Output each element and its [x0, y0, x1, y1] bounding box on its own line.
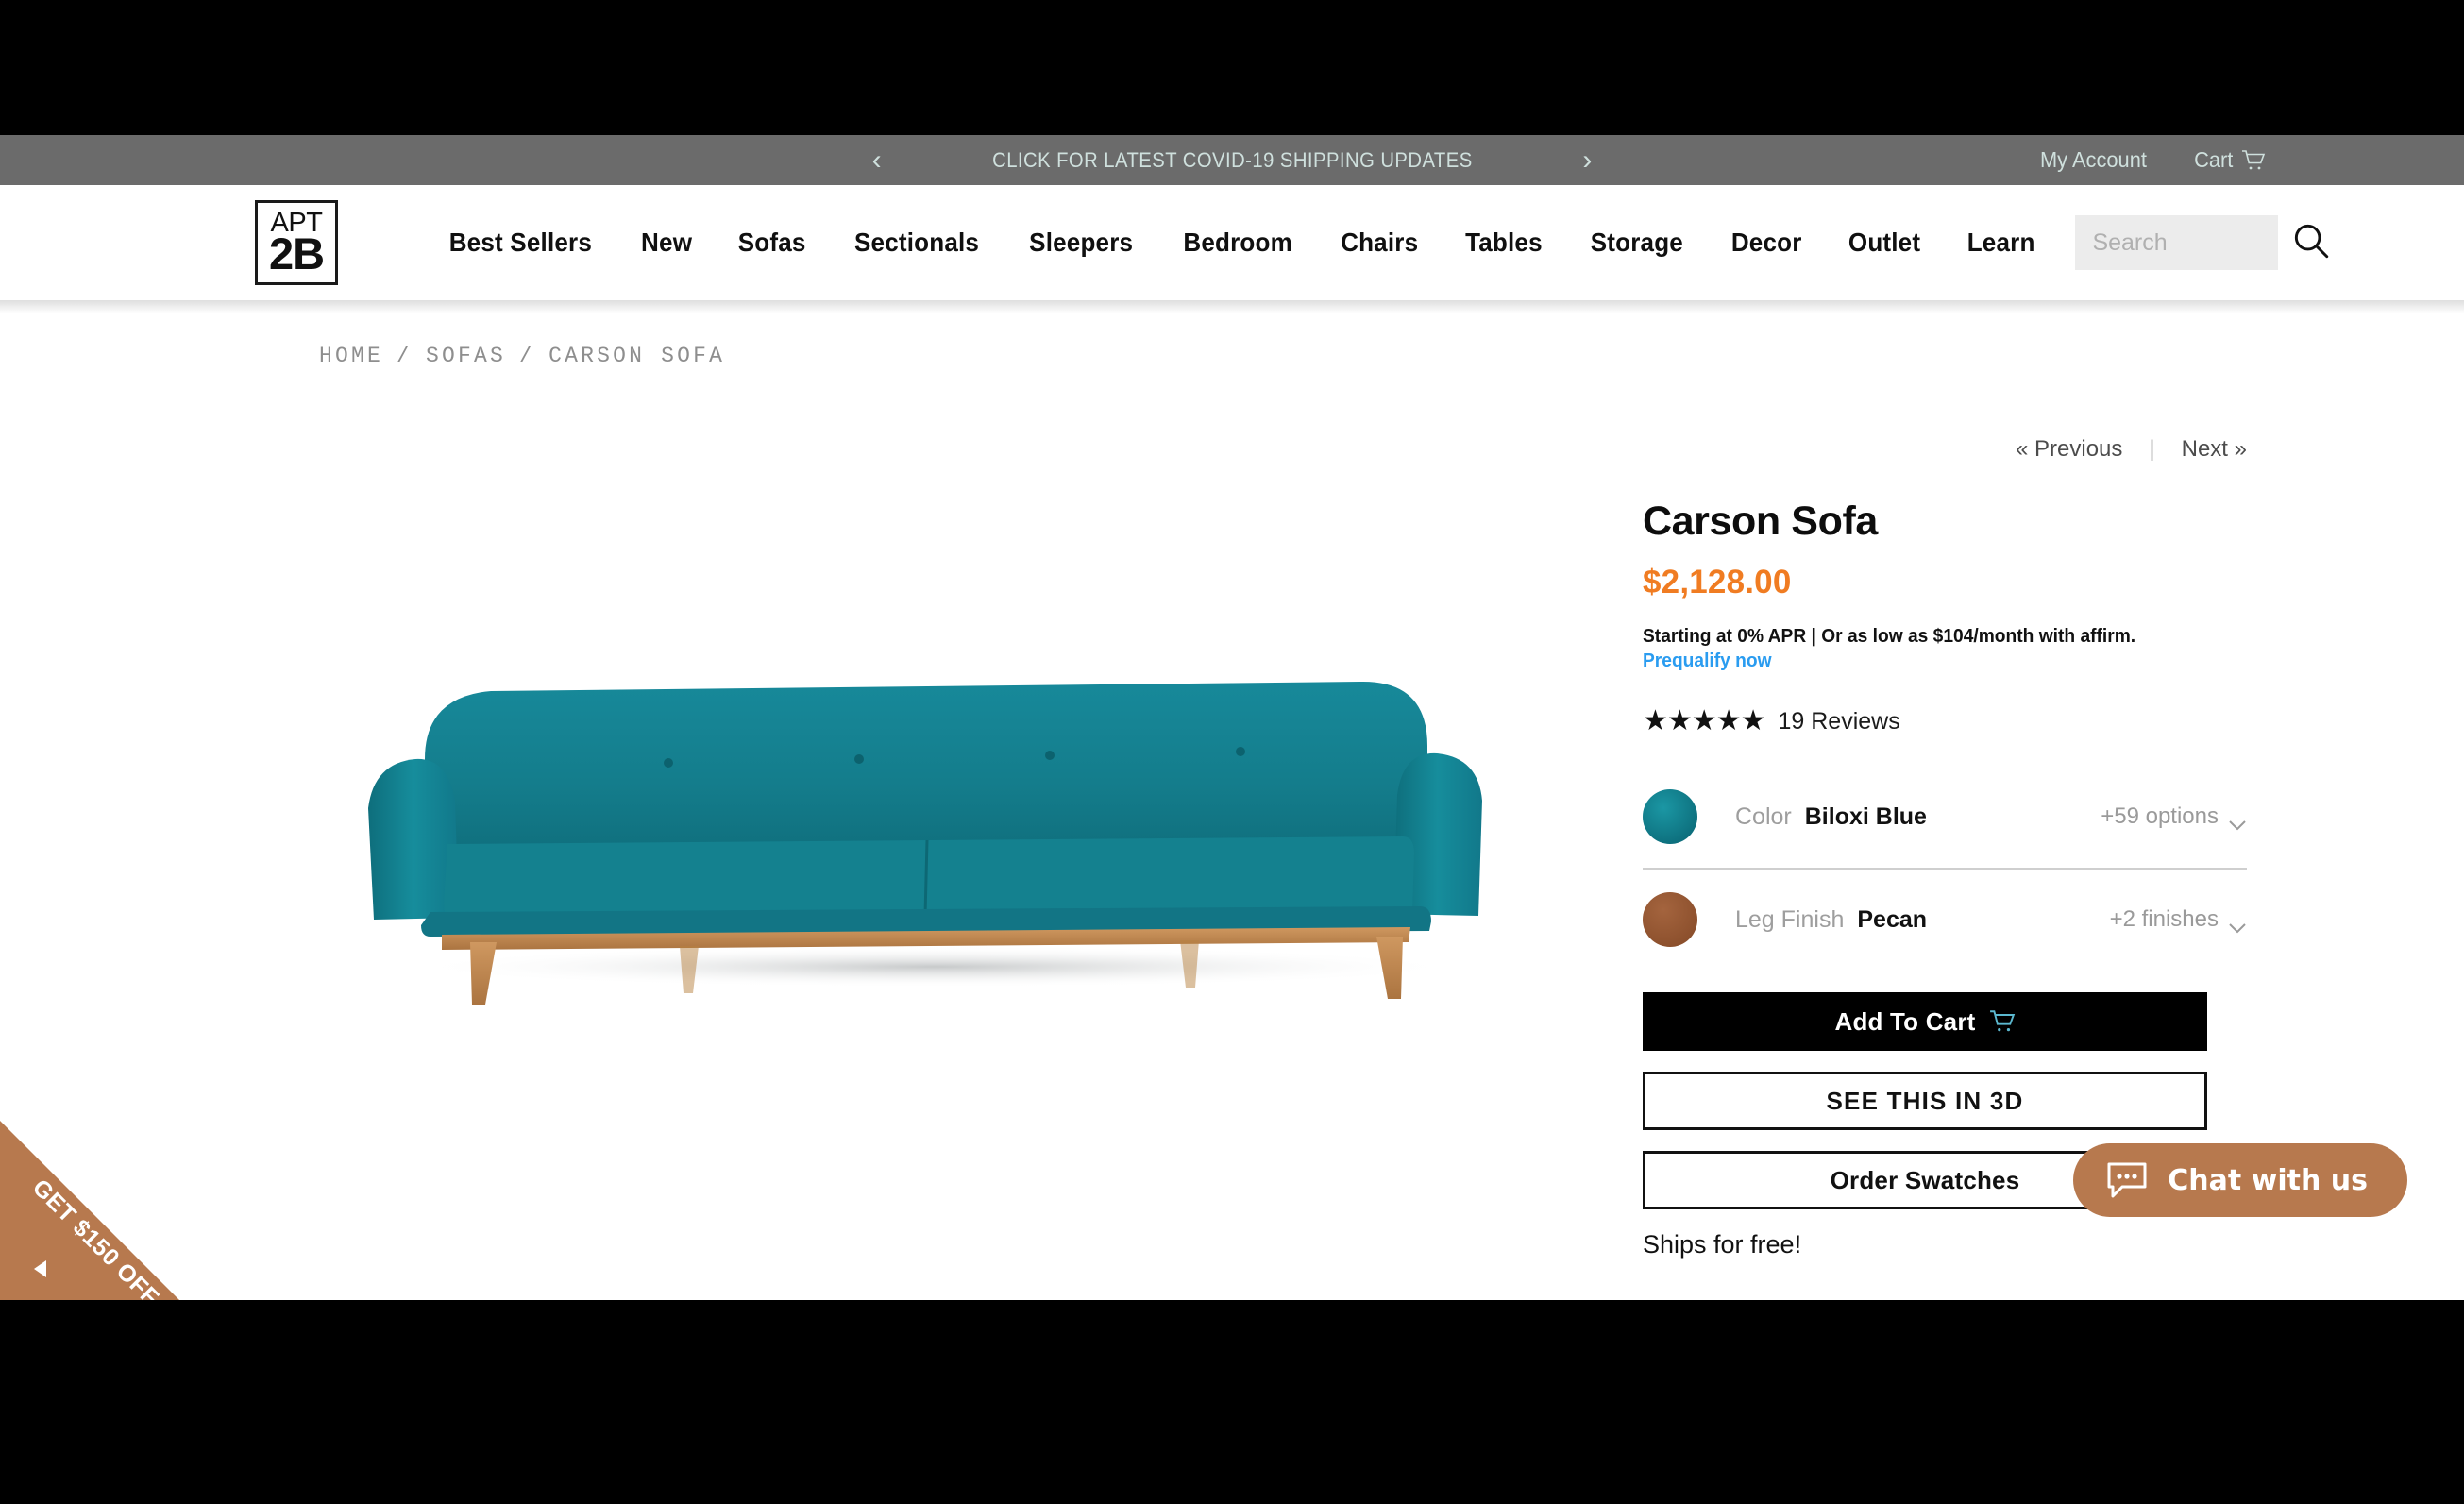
search-input[interactable]: [2092, 228, 2279, 257]
chat-label: Chat with us: [2168, 1163, 2368, 1197]
option-value-color: Biloxi Blue: [1804, 803, 1927, 830]
cart-label: Cart: [2193, 147, 2233, 172]
option-row-leg-finish[interactable]: Leg Finish Pecan +2 finishes: [1643, 868, 2247, 970]
logo-apt2b[interactable]: APT 2B: [255, 200, 338, 285]
search-icon: [2293, 223, 2329, 263]
shopping-cart-icon: [1989, 1009, 2016, 1034]
nav-item-sectionals[interactable]: Sectionals: [835, 228, 999, 258]
promo-message[interactable]: CLICK FOR LATEST COVID-19 SHIPPING UPDAT…: [992, 148, 1473, 173]
nav-item-sofas[interactable]: Sofas: [718, 228, 825, 258]
option-label-leg-finish: Leg Finish: [1735, 905, 1845, 933]
product-price: $2,128.00: [1643, 564, 1792, 600]
nav-item-chairs[interactable]: Chairs: [1322, 228, 1438, 258]
chat-bubble-icon: [2105, 1160, 2149, 1200]
nav-item-bedroom[interactable]: Bedroom: [1163, 228, 1311, 258]
chevron-down-icon: [2228, 811, 2247, 831]
nav-item-best-sellers[interactable]: Best Sellers: [430, 228, 611, 258]
nav-item-tables[interactable]: Tables: [1446, 228, 1562, 258]
color-swatch[interactable]: [1643, 789, 1697, 844]
affirm-text: Starting at 0% APR | Or as low as $104/m…: [1643, 626, 2081, 647]
product-info-panel: « Previous | Next » Carson Sofa $2,128.0…: [1643, 368, 2247, 1259]
nav-item-outlet[interactable]: Outlet: [1830, 228, 1940, 258]
next-product-link[interactable]: Next »: [2182, 436, 2247, 463]
ribbon-caret-icon: [34, 1260, 46, 1277]
promo-bar: ‹ CLICK FOR LATEST COVID-19 SHIPPING UPD…: [0, 135, 2464, 185]
product-image-carson-sofa[interactable]: [368, 642, 1482, 1020]
cart-link[interactable]: Cart: [2193, 147, 2266, 173]
prequalify-link[interactable]: Prequalify now: [1643, 651, 1772, 671]
star-rating: ★★★★★: [1643, 705, 1765, 736]
color-options-count: +59 options: [2101, 803, 2219, 829]
breadcrumb-home[interactable]: HOME: [319, 344, 383, 368]
affirm-financing: Starting at 0% APR | Or as low as $104/m…: [1643, 624, 2169, 673]
see-this-in-3d-button[interactable]: SEE THIS IN 3D: [1643, 1072, 2207, 1130]
promo-account-links: My Account Cart: [2037, 135, 2266, 185]
chevron-right-icon[interactable]: ›: [1582, 145, 1592, 175]
page-title: Carson Sofa: [1643, 499, 1878, 544]
option-value-leg-finish: Pecan: [1857, 905, 1928, 933]
shopping-cart-icon: [2241, 149, 2266, 172]
reviews-count-link[interactable]: 19 Reviews: [1778, 708, 1899, 735]
affirm-period: .: [2130, 626, 2136, 647]
option-label-color: Color: [1735, 803, 1792, 830]
chat-with-us-button[interactable]: Chat with us: [2073, 1143, 2407, 1217]
rating-row[interactable]: ★★★★★ 19 Reviews: [1643, 707, 2247, 735]
nav-item-learn[interactable]: Learn: [1948, 228, 2054, 258]
leg-finish-options-toggle[interactable]: +2 finishes: [2109, 906, 2247, 934]
chevron-left-icon[interactable]: ‹: [872, 145, 882, 175]
promo-carousel: ‹ CLICK FOR LATEST COVID-19 SHIPPING UPD…: [872, 145, 1593, 175]
option-row-color[interactable]: Color Biloxi Blue +59 options: [1643, 766, 2247, 868]
breadcrumb-current: CARSON SOFA: [548, 344, 726, 368]
search-field-wrapper[interactable]: [2075, 215, 2279, 270]
search-button[interactable]: [2278, 215, 2344, 270]
leg-finish-swatch[interactable]: [1643, 892, 1697, 947]
nav-item-storage[interactable]: Storage: [1571, 228, 1702, 258]
nav-item-new[interactable]: New: [621, 228, 711, 258]
product-main: « Previous | Next » Carson Sofa $2,128.0…: [0, 368, 2464, 1259]
chevron-down-icon: [2228, 914, 2247, 934]
nav-item-decor[interactable]: Decor: [1712, 228, 1821, 258]
breadcrumb-sofas[interactable]: SOFAS: [426, 344, 506, 368]
breadcrumb: HOME / SOFAS / CARSON SOFA: [0, 313, 2464, 368]
leg-finish-options-count: +2 finishes: [2109, 906, 2219, 932]
nav-item-sleepers[interactable]: Sleepers: [1010, 228, 1153, 258]
affirm-logo: affirm: [2080, 626, 2131, 647]
breadcrumb-separator-2: /: [519, 344, 536, 368]
site-header: APT 2B Best Sellers New Sofas Sectionals…: [0, 185, 2464, 300]
product-gallery[interactable]: [57, 368, 1605, 1218]
product-options: Color Biloxi Blue +59 options Leg Finish…: [1643, 766, 2247, 970]
main-navigation: Best Sellers New Sofas Sectionals Sleepe…: [423, 228, 2058, 258]
page-viewport: ‹ CLICK FOR LATEST COVID-19 SHIPPING UPD…: [0, 135, 2464, 1300]
pagination-separator: |: [2149, 436, 2155, 462]
my-account-link[interactable]: My Account: [2040, 147, 2147, 173]
breadcrumb-separator-1: /: [397, 344, 413, 368]
previous-product-link[interactable]: « Previous: [2016, 436, 2122, 463]
logo-line-2: 2B: [268, 228, 325, 279]
shipping-note: Ships for free!: [1643, 1230, 1802, 1259]
product-pagination: « Previous | Next »: [1643, 436, 2247, 463]
add-to-cart-label: Add To Cart: [1834, 1006, 1976, 1036]
color-options-toggle[interactable]: +59 options: [2101, 803, 2247, 831]
add-to-cart-button[interactable]: Add To Cart: [1643, 992, 2207, 1051]
header-shadow: [0, 300, 2464, 313]
